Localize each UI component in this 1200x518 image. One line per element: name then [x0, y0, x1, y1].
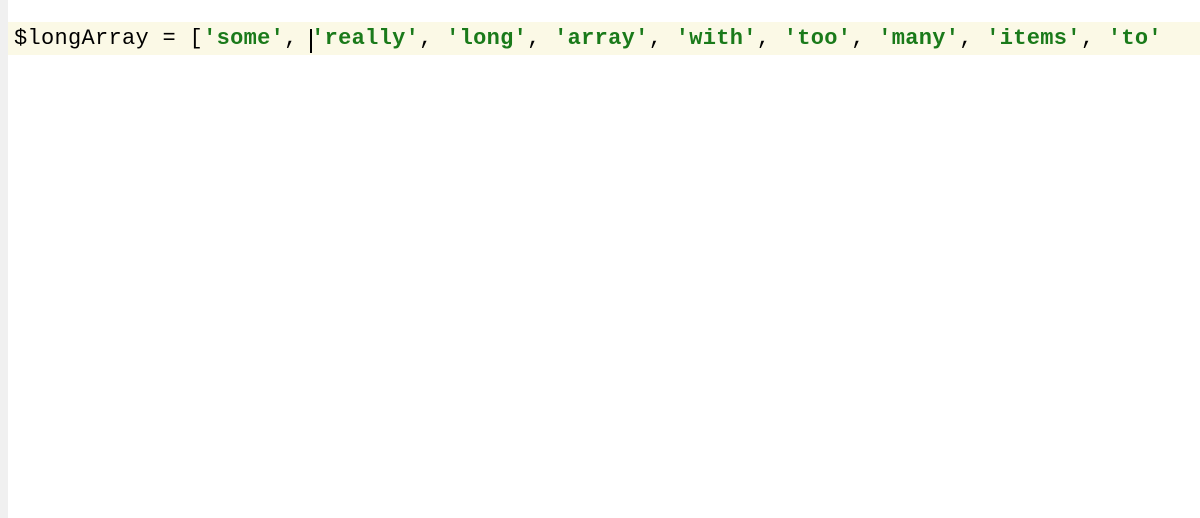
code-line[interactable]: $longArray = ['some', 'really', 'long', …	[8, 22, 1200, 55]
code-bracket: [	[190, 26, 204, 51]
code-string: 'array'	[554, 26, 649, 51]
code-comma: ,	[419, 26, 446, 51]
code-string: 'items'	[986, 26, 1081, 51]
code-comma: ,	[649, 26, 676, 51]
code-string: 'long'	[446, 26, 527, 51]
code-comma: ,	[959, 26, 986, 51]
code-string: 'some'	[203, 26, 284, 51]
code-string: 'really'	[311, 26, 419, 51]
code-variable: $longArray	[14, 26, 149, 51]
code-comma: ,	[851, 26, 878, 51]
code-area[interactable]: $longArray = ['some', 'really', 'long', …	[8, 0, 1200, 518]
code-comma: ,	[284, 26, 311, 51]
code-comma: ,	[1081, 26, 1108, 51]
code-operator: =	[149, 26, 190, 51]
code-string: 'many'	[878, 26, 959, 51]
code-comma: ,	[527, 26, 554, 51]
text-cursor	[310, 29, 312, 53]
code-string: 'with'	[676, 26, 757, 51]
code-comma: ,	[757, 26, 784, 51]
editor-gutter	[0, 0, 8, 518]
code-editor[interactable]: $longArray = ['some', 'really', 'long', …	[0, 0, 1200, 518]
code-string: 'too'	[784, 26, 852, 51]
code-string: 'to'	[1108, 26, 1162, 51]
